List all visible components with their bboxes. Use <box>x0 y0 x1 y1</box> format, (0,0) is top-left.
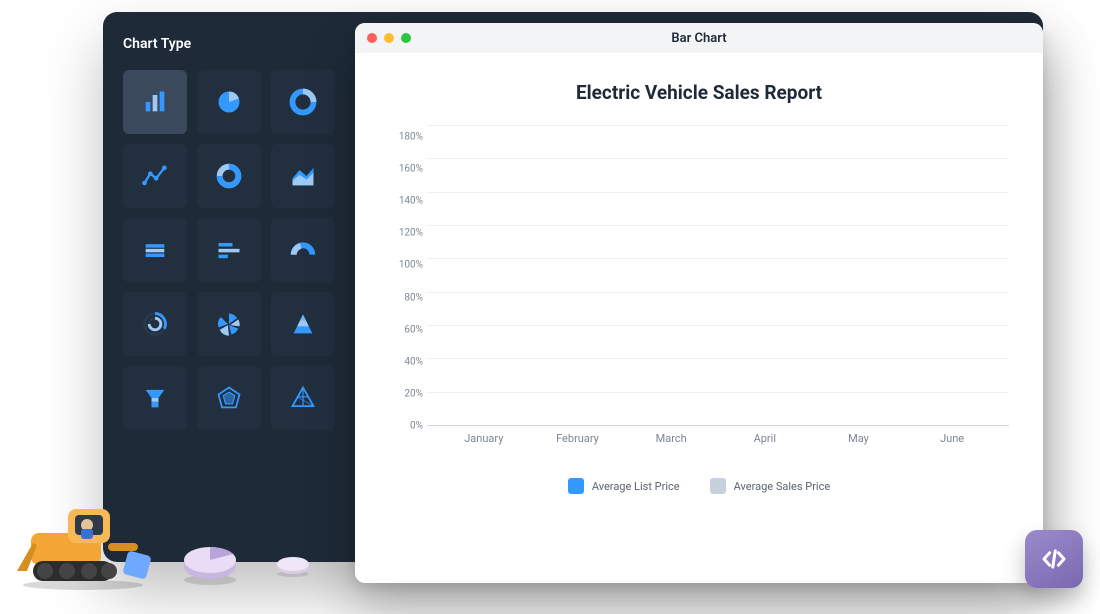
stacked-bar-chart-icon <box>141 236 169 264</box>
y-tick: 120% <box>389 228 423 239</box>
y-tick: 140% <box>389 196 423 207</box>
x-label: May <box>812 432 905 445</box>
x-label: June <box>905 432 998 445</box>
x-label: February <box>531 432 624 445</box>
line-chart-icon <box>141 162 169 190</box>
x-axis: JanuaryFebruaryMarchAprilMayJune <box>427 426 1009 456</box>
code-badge <box>1025 530 1083 588</box>
y-tick: 60% <box>389 324 423 335</box>
chart-type-grid <box>123 70 335 430</box>
y-tick: 100% <box>389 260 423 271</box>
column-chart-icon <box>141 88 169 116</box>
area-chart-icon <box>289 162 317 190</box>
minimize-icon[interactable] <box>384 33 394 43</box>
ring-chart-icon <box>215 162 243 190</box>
chart-type-stacked-bar-chart[interactable] <box>123 218 187 282</box>
pyramid-chart-icon <box>289 310 317 338</box>
y-tick: 80% <box>389 292 423 303</box>
bars-container <box>427 126 1009 426</box>
y-tick: 180% <box>389 132 423 143</box>
chart-type-wireframe-chart[interactable] <box>271 366 335 430</box>
chart-type-area-chart[interactable] <box>271 144 335 208</box>
bar-chart-plot: 0%20%40%60%80%100%120%140%160%180% Janua… <box>427 126 1009 456</box>
radial-chart-icon <box>141 310 169 338</box>
x-label: January <box>437 432 530 445</box>
chart-type-horizontal-bar-chart[interactable] <box>197 218 261 282</box>
y-tick: 0% <box>389 420 423 431</box>
y-tick: 160% <box>389 164 423 175</box>
y-tick: 20% <box>389 388 423 399</box>
chart-title: Electric Vehicle Sales Report <box>389 81 1009 104</box>
y-axis: 0%20%40%60%80%100%120%140%160%180% <box>389 126 423 426</box>
code-icon <box>1039 544 1069 574</box>
semi-circle-chart-icon <box>289 236 317 264</box>
chart-window: Bar Chart Electric Vehicle Sales Report … <box>355 23 1043 583</box>
pill-decoration <box>273 555 313 577</box>
chart-type-pie-chart[interactable] <box>197 70 261 134</box>
chart-legend: Average List Price Average Sales Price <box>389 478 1009 494</box>
wireframe-chart-icon <box>289 384 317 412</box>
close-icon[interactable] <box>367 33 377 43</box>
chart-type-donut-chart[interactable] <box>271 70 335 134</box>
sidebar: Chart Type <box>103 12 355 562</box>
chart-type-radial-chart[interactable] <box>123 292 187 356</box>
radar-chart-icon <box>215 384 243 412</box>
chart-type-line-chart[interactable] <box>123 144 187 208</box>
maximize-icon[interactable] <box>401 33 411 43</box>
legend-label: Average Sales Price <box>734 480 831 493</box>
chart-type-column-chart[interactable] <box>123 70 187 134</box>
legend-label: Average List Price <box>592 480 680 493</box>
horizontal-bar-chart-icon <box>215 236 243 264</box>
chart-type-semi-circle-chart[interactable] <box>271 218 335 282</box>
chart-type-pyramid-chart[interactable] <box>271 292 335 356</box>
legend-swatch <box>568 478 584 494</box>
pie-burst-chart-icon <box>215 310 243 338</box>
pie-decoration <box>178 540 243 585</box>
x-label: March <box>625 432 718 445</box>
donut-chart-icon <box>289 88 317 116</box>
legend-swatch <box>710 478 726 494</box>
sidebar-title: Chart Type <box>123 36 335 52</box>
chart-type-radar-chart[interactable] <box>197 366 261 430</box>
legend-item: Average List Price <box>568 478 680 494</box>
window-titlebar: Bar Chart <box>355 23 1043 53</box>
legend-item: Average Sales Price <box>710 478 831 494</box>
chart-type-funnel-chart[interactable] <box>123 366 187 430</box>
chart-type-pie-burst-chart[interactable] <box>197 292 261 356</box>
chart-type-ring-chart[interactable] <box>197 144 261 208</box>
bulldozer-decoration <box>13 495 153 590</box>
window-title: Bar Chart <box>355 31 1043 46</box>
x-label: April <box>718 432 811 445</box>
pie-chart-icon <box>215 88 243 116</box>
y-tick: 40% <box>389 356 423 367</box>
funnel-chart-icon <box>141 384 169 412</box>
